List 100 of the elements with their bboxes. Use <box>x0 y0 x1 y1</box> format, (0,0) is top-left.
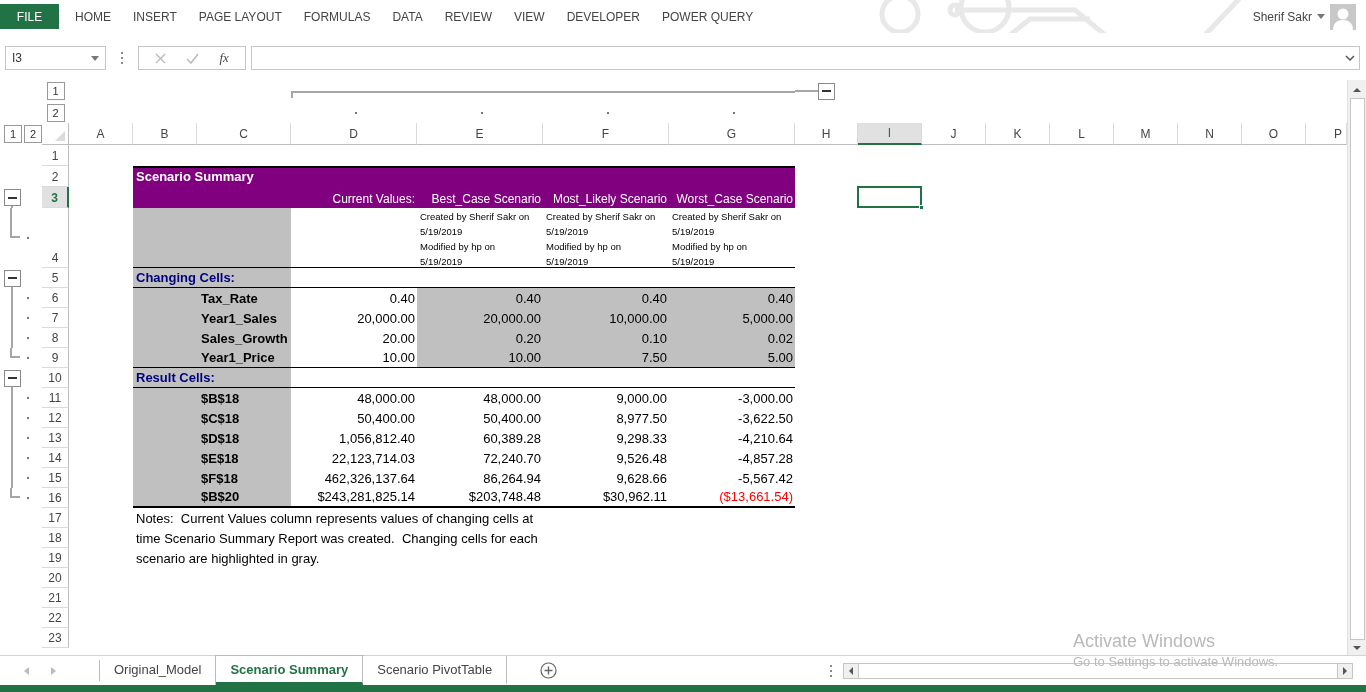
table-cell-text: 462,326,137.64 <box>323 470 416 488</box>
row-header[interactable]: 7 <box>42 308 69 328</box>
row-header[interactable]: 11 <box>42 388 69 408</box>
minus-icon <box>7 377 17 379</box>
row-header[interactable]: 8 <box>42 328 69 348</box>
minus-icon <box>822 90 831 92</box>
row-header[interactable]: 3 <box>42 187 69 208</box>
column-header: Best_Case Scenario <box>417 187 543 208</box>
row-header[interactable]: 22 <box>42 608 69 628</box>
ribbon-tab[interactable]: FORMULAS <box>292 4 382 29</box>
outline-level-button[interactable]: 2 <box>24 125 42 143</box>
column-header[interactable]: H <box>795 123 858 145</box>
ribbon-tab[interactable]: DATA <box>381 4 434 29</box>
ribbon-tab[interactable]: DEVELOPER <box>555 4 651 29</box>
outline-level-button[interactable]: 1 <box>46 82 65 100</box>
ribbon-tab[interactable]: INSERT <box>122 4 188 29</box>
row-header[interactable]: 2 <box>42 166 69 187</box>
insert-function-button[interactable]: fx <box>219 50 229 66</box>
row-header[interactable]: 16 <box>42 488 69 508</box>
table-cell-text: -3,000.00 <box>737 390 794 408</box>
column-header[interactable]: I <box>858 123 922 145</box>
table-cell: ($13,661.54) <box>669 488 795 508</box>
row-label: $F$18 <box>133 468 291 488</box>
row-header[interactable]: 21 <box>42 588 69 608</box>
activation-hint: Go to Settings to activate Windows. <box>1073 653 1279 670</box>
formula-input[interactable] <box>251 46 1360 70</box>
section-heading: Result Cells: <box>133 368 291 388</box>
column-header[interactable]: E <box>417 123 543 145</box>
ribbon-tab[interactable]: REVIEW <box>433 4 503 29</box>
column-header[interactable]: L <box>1050 123 1114 145</box>
column-header[interactable]: A <box>69 123 133 145</box>
column-header[interactable]: O <box>1242 123 1306 145</box>
add-sheet-icon[interactable] <box>540 662 558 679</box>
row-header[interactable]: 10 <box>42 368 69 388</box>
user-name[interactable]: Sherif Sakr <box>1252 9 1312 24</box>
row-header[interactable]: 9 <box>42 348 69 368</box>
table-cell-text: -4,857.28 <box>737 450 794 468</box>
column-header[interactable]: N <box>1178 123 1242 145</box>
ribbon-tab[interactable]: PAGE LAYOUT <box>187 4 293 29</box>
section-heading: Changing Cells: <box>133 268 291 288</box>
table-cell-text: 20,000.00 <box>356 310 416 328</box>
row-header[interactable]: 6 <box>42 288 69 308</box>
row-header[interactable]: 17 <box>42 508 69 528</box>
ribbon-tab[interactable]: HOME <box>64 4 122 29</box>
collapse-button[interactable] <box>3 369 21 387</box>
table-cell-text: -4,210.64 <box>737 430 794 448</box>
column-header[interactable]: M <box>1114 123 1178 145</box>
collapse-button[interactable] <box>3 189 21 206</box>
row-header[interactable]: 5 <box>42 268 69 288</box>
row-header[interactable]: 20 <box>42 568 69 588</box>
caret-icon[interactable] <box>1317 14 1325 19</box>
table-cell: $30,962.11 <box>543 488 669 508</box>
grip-icon[interactable] <box>120 51 124 65</box>
row-label: $C$18 <box>133 408 291 428</box>
column-header[interactable]: D <box>291 123 417 145</box>
row-label: Tax_Rate <box>133 288 291 308</box>
collapse-button[interactable] <box>3 269 21 287</box>
row-header[interactable]: 19 <box>42 548 69 568</box>
collapse-button[interactable] <box>818 82 835 100</box>
outline-level-button[interactable]: 2 <box>46 103 65 122</box>
table-cell-text: 60,389.28 <box>482 430 542 448</box>
file-tab[interactable]: FILE <box>0 4 59 29</box>
name-box[interactable]: I3 <box>5 46 106 70</box>
scenario-note: Created by Sherif Sakr on 5/19/2019 Modified by hp on 5/19/2019 <box>545 210 657 269</box>
row-label: $E$18 <box>133 448 291 468</box>
table-cell: 5.00 <box>669 348 795 368</box>
table-cell: 0.10 <box>543 328 669 348</box>
column-header[interactable]: C <box>197 123 291 145</box>
table-cell: 0.02 <box>669 328 795 348</box>
column-header[interactable]: J <box>922 123 986 145</box>
row-header[interactable]: 1 <box>42 145 69 166</box>
row-header[interactable]: 14 <box>42 448 69 468</box>
caret-icon[interactable] <box>91 55 99 61</box>
check-icon[interactable] <box>186 52 200 64</box>
table-cell-text: 48,000.00 <box>356 390 416 408</box>
row-header[interactable]: 4 <box>42 208 69 268</box>
column-header[interactable]: K <box>986 123 1050 145</box>
column-header[interactable]: P <box>1306 123 1347 145</box>
table-cell: 20,000.00 <box>417 308 543 328</box>
row-label: Year1_Price <box>133 348 291 368</box>
ribbon-tab[interactable]: VIEW <box>503 4 556 29</box>
column-header[interactable]: F <box>543 123 669 145</box>
column-header: Most_Likely Scenario <box>543 187 669 208</box>
chevron-down-icon[interactable] <box>1345 54 1355 62</box>
selected-cell[interactable] <box>857 186 922 208</box>
ribbon-tab[interactable]: POWER QUERY <box>651 4 765 29</box>
row-header[interactable]: 15 <box>42 468 69 488</box>
outline-level-button[interactable]: 1 <box>4 125 22 143</box>
row-header[interactable]: 23 <box>42 628 69 648</box>
grip-icon[interactable] <box>829 663 834 678</box>
column-header[interactable]: B <box>133 123 197 145</box>
column-header[interactable]: G <box>669 123 795 145</box>
row-header[interactable]: 12 <box>42 408 69 428</box>
sheet-tab[interactable]: Scenario PivotTable <box>363 656 508 685</box>
row-header[interactable]: 18 <box>42 528 69 548</box>
vertical-scrollbar[interactable] <box>1347 80 1366 655</box>
sheet-tab[interactable]: Scenario Summary <box>216 656 364 685</box>
table-cell: 5,000.00 <box>669 308 795 328</box>
table-cell-text: -5,567.42 <box>737 470 794 488</box>
row-header[interactable]: 13 <box>42 428 69 448</box>
